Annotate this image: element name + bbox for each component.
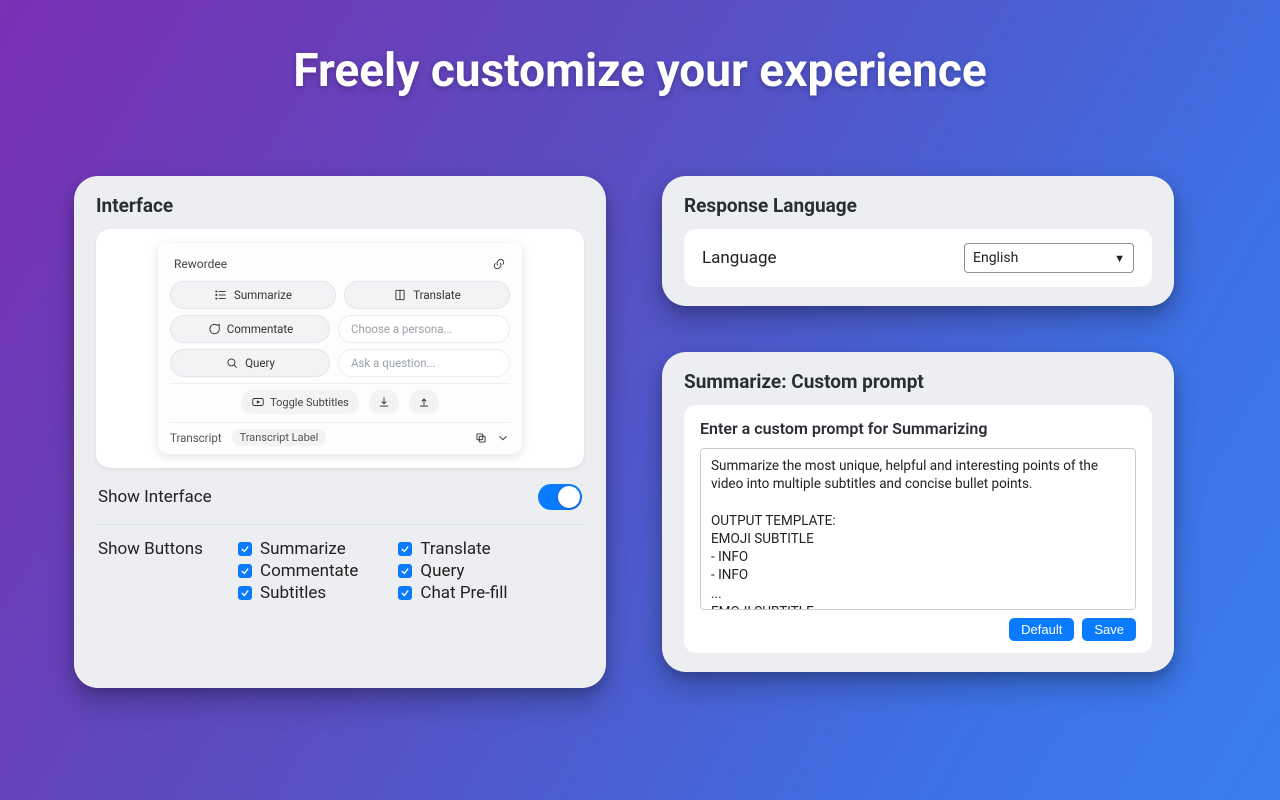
interface-preview-container: Rewordee Summarize Translate Comm bbox=[96, 229, 584, 468]
play-rect-icon bbox=[251, 395, 265, 409]
chat-icon bbox=[207, 322, 221, 336]
summarize-prompt-textarea[interactable]: Summarize the most unique, helpful and i… bbox=[700, 448, 1136, 610]
preview-persona-placeholder: Choose a persona... bbox=[351, 322, 453, 336]
preview-query-button[interactable]: Query bbox=[170, 349, 330, 377]
preview-summarize-button[interactable]: Summarize bbox=[170, 281, 336, 309]
link-icon bbox=[492, 257, 506, 271]
checkbox-summarize-label: Summarize bbox=[260, 539, 346, 559]
book-icon bbox=[393, 288, 407, 302]
preview-summarize-label: Summarize bbox=[234, 288, 292, 302]
response-language-heading: Response Language bbox=[684, 194, 1152, 217]
checkbox-translate[interactable]: Translate bbox=[398, 539, 507, 559]
upload-icon bbox=[417, 395, 431, 409]
preview-ask-placeholder: Ask a question... bbox=[351, 356, 436, 370]
checkbox-subtitles-label: Subtitles bbox=[260, 583, 326, 603]
preview-download-button[interactable] bbox=[369, 390, 399, 414]
checkbox-commentate[interactable]: Commentate bbox=[238, 561, 358, 581]
preview-translate-label: Translate bbox=[413, 288, 461, 302]
preview-toggle-subtitles-label: Toggle Subtitles bbox=[270, 396, 349, 409]
response-language-panel: Response Language Language English ▼ bbox=[662, 176, 1174, 306]
checkbox-query-label: Query bbox=[420, 561, 464, 581]
checkbox-commentate-label: Commentate bbox=[260, 561, 358, 581]
save-button[interactable]: Save bbox=[1082, 618, 1136, 641]
show-interface-toggle[interactable] bbox=[538, 484, 582, 510]
page-title: Freely customize your experience bbox=[0, 0, 1280, 98]
preview-transcript-label: Transcript bbox=[170, 431, 222, 445]
checkbox-summarize[interactable]: Summarize bbox=[238, 539, 358, 559]
preview-app-name: Rewordee bbox=[174, 257, 227, 271]
checkbox-subtitles[interactable]: Subtitles bbox=[238, 583, 358, 603]
copy-icon[interactable] bbox=[474, 431, 488, 445]
checkbox-chat-prefill-label: Chat Pre-fill bbox=[420, 583, 507, 603]
divider bbox=[96, 524, 584, 525]
list-icon bbox=[214, 288, 228, 302]
interface-heading: Interface bbox=[96, 194, 584, 217]
summarize-subtitle: Enter a custom prompt for Summarizing bbox=[700, 419, 1136, 438]
chevron-down-icon[interactable] bbox=[496, 431, 510, 445]
language-select[interactable]: English ▼ bbox=[964, 243, 1134, 273]
preview-commentate-label: Commentate bbox=[227, 322, 294, 336]
preview-ask-input[interactable]: Ask a question... bbox=[338, 349, 510, 377]
language-label: Language bbox=[702, 248, 777, 268]
preview-commentate-button[interactable]: Commentate bbox=[170, 315, 330, 343]
show-buttons-label: Show Buttons bbox=[98, 539, 238, 559]
preview-upload-button[interactable] bbox=[409, 390, 439, 414]
preview-persona-input[interactable]: Choose a persona... bbox=[338, 315, 510, 343]
preview-toggle-subtitles-button[interactable]: Toggle Subtitles bbox=[241, 390, 359, 414]
preview-transcript-chip[interactable]: Transcript Label bbox=[232, 429, 327, 446]
preview-query-label: Query bbox=[245, 356, 275, 370]
summarize-heading: Summarize: Custom prompt bbox=[684, 370, 1152, 393]
language-select-value: English bbox=[973, 250, 1018, 266]
show-interface-label: Show Interface bbox=[98, 487, 212, 507]
download-icon bbox=[377, 395, 391, 409]
search-icon bbox=[225, 356, 239, 370]
checkbox-translate-label: Translate bbox=[420, 539, 490, 559]
caret-down-icon: ▼ bbox=[1114, 252, 1125, 265]
interface-preview: Rewordee Summarize Translate Comm bbox=[158, 243, 522, 454]
default-button[interactable]: Default bbox=[1009, 618, 1074, 641]
checkbox-query[interactable]: Query bbox=[398, 561, 507, 581]
summarize-prompt-panel: Summarize: Custom prompt Enter a custom … bbox=[662, 352, 1174, 672]
checkbox-chat-prefill[interactable]: Chat Pre-fill bbox=[398, 583, 507, 603]
interface-panel: Interface Rewordee Summarize Translate bbox=[74, 176, 606, 688]
preview-translate-button[interactable]: Translate bbox=[344, 281, 510, 309]
